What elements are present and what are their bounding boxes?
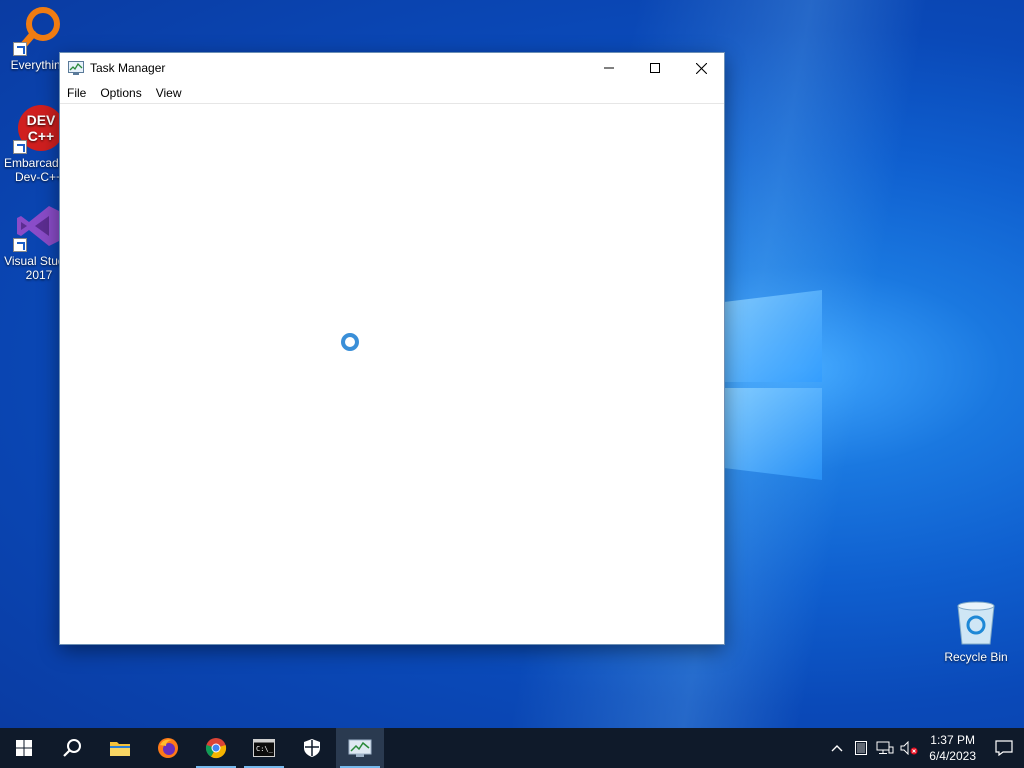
notification-icon — [995, 740, 1013, 756]
close-icon — [695, 62, 707, 74]
action-center-button[interactable] — [984, 728, 1024, 768]
chevron-up-icon — [831, 745, 843, 752]
task-manager-app-icon — [68, 61, 84, 75]
menu-file[interactable]: File — [64, 86, 92, 100]
desktop-icon-recycle-bin[interactable]: Recycle Bin — [938, 600, 1014, 664]
tray-tablet-mode[interactable] — [849, 728, 873, 768]
windows-logo-wallpaper — [724, 290, 822, 480]
shortcut-arrow-icon — [13, 238, 27, 252]
shortcut-arrow-icon — [13, 42, 27, 56]
loading-spinner-icon — [341, 333, 359, 351]
svg-text:DEV: DEV — [27, 112, 56, 128]
title-bar[interactable]: Task Manager — [60, 53, 724, 83]
network-icon — [876, 741, 894, 754]
maximize-icon — [650, 63, 660, 73]
minimize-button[interactable] — [586, 53, 632, 83]
close-button[interactable] — [678, 53, 724, 83]
windows-security-icon — [304, 739, 320, 757]
taskbar-windows-security[interactable] — [288, 728, 336, 768]
system-tray: 1:37 PM 6/4/2023 — [825, 728, 1024, 768]
search-button[interactable] — [48, 728, 96, 768]
task-manager-window[interactable]: Task Manager File Options View — [60, 53, 724, 644]
tray-network[interactable] — [873, 728, 897, 768]
desktop-icon-label: Recycle Bin — [944, 650, 1008, 664]
minimize-icon — [604, 67, 614, 69]
svg-text:C:\_: C:\_ — [256, 745, 274, 753]
search-icon — [63, 739, 81, 757]
task-manager-icon — [348, 739, 372, 757]
taskbar-task-manager[interactable] — [336, 728, 384, 768]
clock-time: 1:37 PM — [930, 733, 975, 747]
tablet-icon — [855, 741, 868, 755]
tray-volume[interactable] — [897, 728, 921, 768]
file-explorer-icon — [110, 742, 130, 756]
devcpp-icon: DEV C++ — [13, 104, 64, 154]
window-title: Task Manager — [90, 61, 166, 75]
taskbar-firefox[interactable] — [144, 728, 192, 768]
clock-date: 6/4/2023 — [929, 749, 976, 763]
taskbar: C:\_ 1:37 PM 6/4/2023 — [0, 728, 1024, 768]
taskbar-clock[interactable]: 1:37 PM 6/4/2023 — [921, 732, 984, 764]
maximize-button[interactable] — [632, 53, 678, 83]
chrome-icon — [205, 738, 227, 759]
taskbar-terminal[interactable]: C:\_ — [240, 728, 288, 768]
show-hidden-icons-button[interactable] — [825, 728, 849, 768]
menu-options[interactable]: Options — [97, 86, 147, 100]
everything-icon — [13, 6, 63, 56]
start-button[interactable] — [0, 728, 48, 768]
volume-muted-icon — [900, 741, 918, 755]
taskbar-file-explorer[interactable] — [96, 728, 144, 768]
visual-studio-icon — [13, 202, 63, 252]
shortcut-arrow-icon — [13, 140, 27, 154]
svg-text:C++: C++ — [28, 128, 54, 144]
menu-bar: File Options View — [60, 83, 724, 104]
taskbar-chrome[interactable] — [192, 728, 240, 768]
firefox-icon — [158, 738, 178, 758]
recycle-bin-icon — [957, 601, 995, 645]
windows-start-icon — [16, 740, 32, 756]
terminal-icon: C:\_ — [253, 739, 275, 757]
menu-view[interactable]: View — [153, 86, 188, 100]
